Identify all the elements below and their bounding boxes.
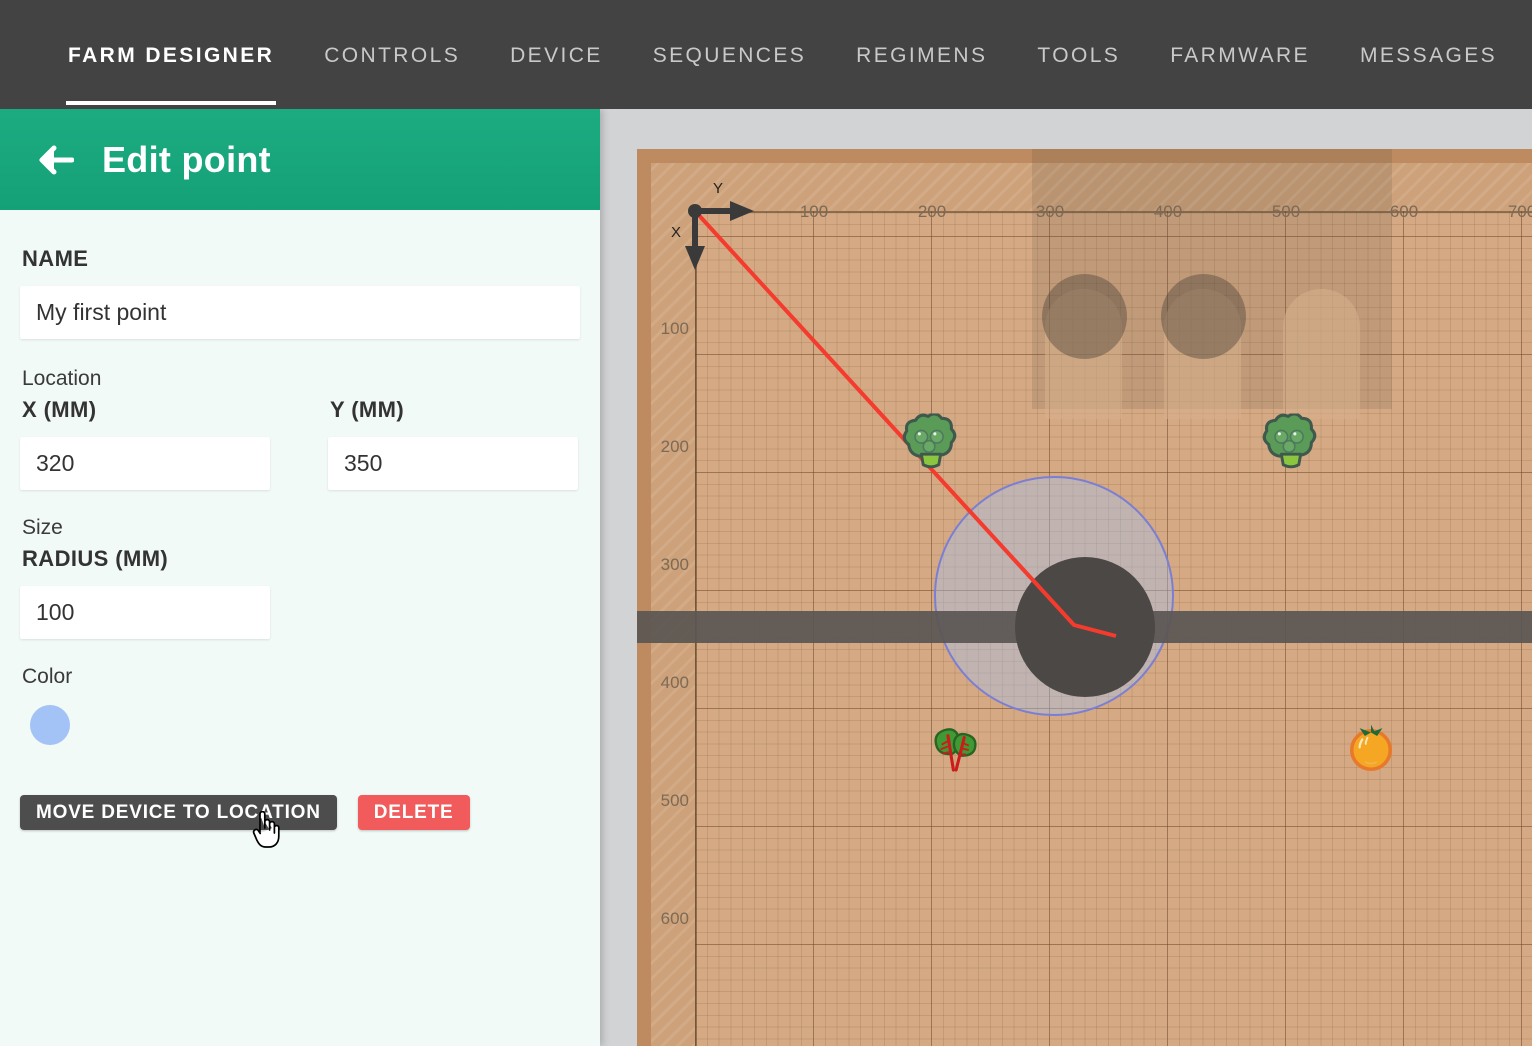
action-button-row: MOVE DEVICE TO LOCATION DELETE (20, 795, 580, 830)
x-tick-700: 700 (1508, 202, 1532, 222)
nav-label: DEVICE (510, 44, 603, 67)
farm-map-viewport[interactable]: 100 200 300 400 500 600 700 100 200 300 … (600, 109, 1532, 1046)
x-tick-100: 100 (800, 202, 828, 222)
farm-map[interactable]: 100 200 300 400 500 600 700 100 200 300 … (637, 149, 1532, 1046)
size-field-group: Size RADIUS (MM) (20, 516, 580, 639)
nav-label: MESSAGES (1360, 44, 1497, 67)
tool-slot-3[interactable] (1283, 289, 1360, 419)
nav-label: FARM DESIGNER (68, 44, 274, 67)
back-button[interactable] (34, 140, 74, 180)
x-tick-400: 400 (1154, 202, 1182, 222)
location-y-group: Y (MM) (328, 397, 578, 490)
tool-disc-1[interactable] (1042, 274, 1127, 359)
nav-item-sequences[interactable]: SEQUENCES (651, 5, 808, 105)
nav-item-farmware[interactable]: FARMWARE (1168, 5, 1312, 105)
x-tick-500: 500 (1272, 202, 1300, 222)
location-field-group: Location X (MM) Y (MM) (20, 367, 580, 490)
arrow-left-icon (34, 140, 74, 180)
color-swatch-icon[interactable] (30, 705, 70, 745)
name-input[interactable] (20, 286, 580, 339)
nav-item-tools[interactable]: TOOLS (1035, 5, 1122, 105)
nav-label: FARMWARE (1170, 44, 1310, 67)
y-input[interactable] (328, 437, 578, 490)
radius-input[interactable] (20, 586, 270, 639)
size-group-label: Size (22, 516, 580, 540)
nav-item-farm-designer[interactable]: FARM DESIGNER (66, 5, 276, 105)
y-label: Y (MM) (330, 397, 578, 423)
location-x-group: X (MM) (20, 397, 270, 490)
x-label: X (MM) (22, 397, 270, 423)
nav-item-controls[interactable]: CONTROLS (322, 5, 462, 105)
nav-label: SEQUENCES (653, 44, 806, 67)
farm-designer-app: FARM DESIGNER CONTROLS DEVICE SEQUENCES … (0, 0, 1532, 1046)
color-group-label: Color (22, 665, 580, 689)
y-tick-500: 500 (655, 791, 689, 811)
x-tick-600: 600 (1390, 202, 1418, 222)
location-group-label: Location (22, 367, 580, 391)
tool-disc-2[interactable] (1161, 274, 1246, 359)
nav-label: REGIMENS (856, 44, 987, 67)
x-input[interactable] (20, 437, 270, 490)
nav-item-device[interactable]: DEVICE (508, 5, 605, 105)
name-label: NAME (22, 246, 580, 272)
nav-item-regimens[interactable]: REGIMENS (854, 5, 989, 105)
y-tick-600: 600 (655, 909, 689, 929)
nav-label: CONTROLS (324, 44, 460, 67)
nav-label: TOOLS (1037, 44, 1120, 67)
delete-button[interactable]: DELETE (358, 795, 470, 830)
nav-item-messages[interactable]: MESSAGES (1358, 5, 1499, 105)
radius-label: RADIUS (MM) (22, 546, 580, 572)
gantry-head[interactable] (1015, 557, 1155, 697)
x-tick-200: 200 (918, 202, 946, 222)
edit-point-panel: Edit point NAME Location X (MM) Y (MM) (0, 109, 600, 1046)
main-navbar: FARM DESIGNER CONTROLS DEVICE SEQUENCES … (0, 0, 1532, 109)
move-device-to-location-button[interactable]: MOVE DEVICE TO LOCATION (20, 795, 337, 830)
y-tick-100: 100 (655, 319, 689, 339)
y-tick-300: 300 (655, 555, 689, 575)
panel-header: Edit point (0, 109, 600, 210)
y-tick-400: 400 (655, 673, 689, 693)
name-field-group: NAME (20, 246, 580, 339)
y-tick-200: 200 (655, 437, 689, 457)
panel-body: NAME Location X (MM) Y (MM) (0, 210, 600, 830)
x-tick-300: 300 (1036, 202, 1064, 222)
page-title: Edit point (102, 142, 271, 178)
color-field-group: Color (20, 665, 580, 745)
